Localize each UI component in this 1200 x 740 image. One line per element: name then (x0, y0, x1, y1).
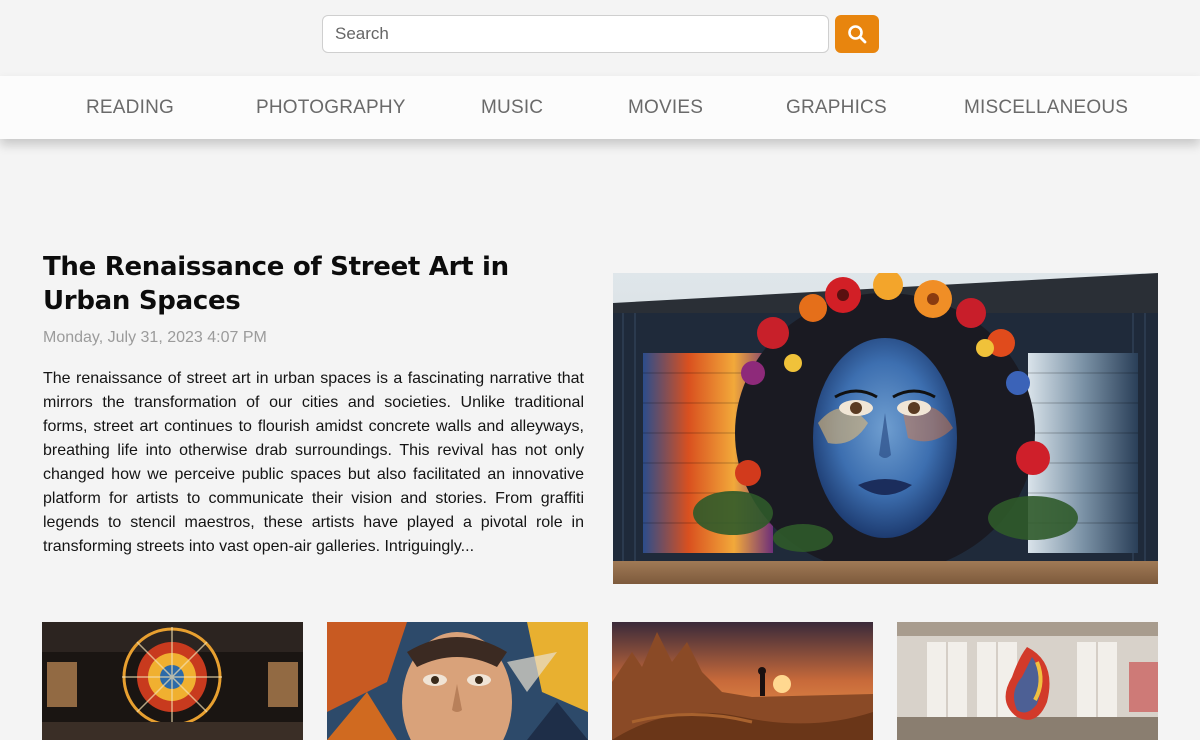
thumbnail-sand-castle[interactable] (612, 622, 873, 740)
search-icon (848, 25, 867, 44)
gallery-installation-image (42, 622, 303, 740)
abstract-portrait-image (327, 622, 588, 740)
nav-item-graphics[interactable]: GRAPHICS (786, 76, 887, 139)
top-bar (0, 0, 1200, 75)
main-nav: READING PHOTOGRAPHY MUSIC MOVIES GRAPHIC… (0, 76, 1200, 139)
featured-excerpt: The renaissance of street art in urban s… (43, 370, 584, 555)
sand-sculpture-sunset-image (612, 622, 873, 740)
featured-image[interactable] (613, 273, 1158, 584)
nav-item-music[interactable]: MUSIC (481, 76, 543, 139)
nav-item-miscellaneous[interactable]: MISCELLANEOUS (964, 76, 1128, 139)
featured-date: Monday, July 31, 2023 4:07 PM (43, 329, 267, 346)
thumbnail-gallery-art[interactable] (42, 622, 303, 740)
search-button[interactable] (835, 15, 879, 53)
nav-item-movies[interactable]: MOVIES (628, 76, 703, 139)
nav-item-reading[interactable]: READING (86, 76, 174, 139)
search-input[interactable] (322, 15, 829, 53)
thumbnail-abstract-portrait[interactable] (327, 622, 588, 740)
street-art-mural-image (613, 273, 1158, 584)
thumbnail-glass-sculpture[interactable] (897, 622, 1158, 740)
search-form (322, 15, 879, 53)
featured-title[interactable]: The Renaissance of Street Art in Urban S… (43, 250, 563, 318)
glass-sculpture-interior-image (897, 622, 1158, 740)
nav-item-photography[interactable]: PHOTOGRAPHY (256, 76, 406, 139)
